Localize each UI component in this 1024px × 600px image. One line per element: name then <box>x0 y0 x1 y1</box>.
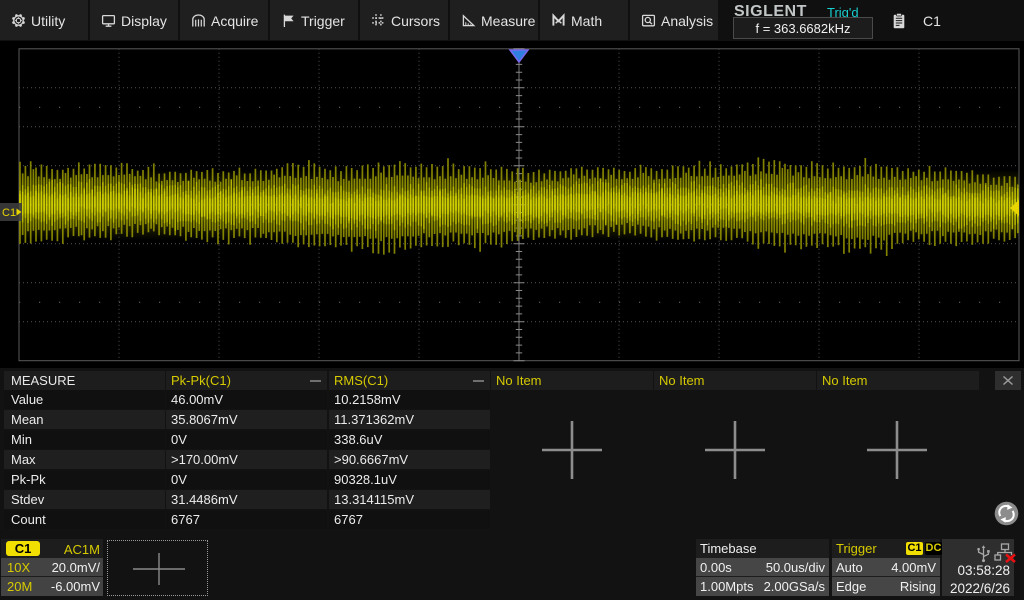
svg-text:C1: C1 <box>2 207 16 219</box>
